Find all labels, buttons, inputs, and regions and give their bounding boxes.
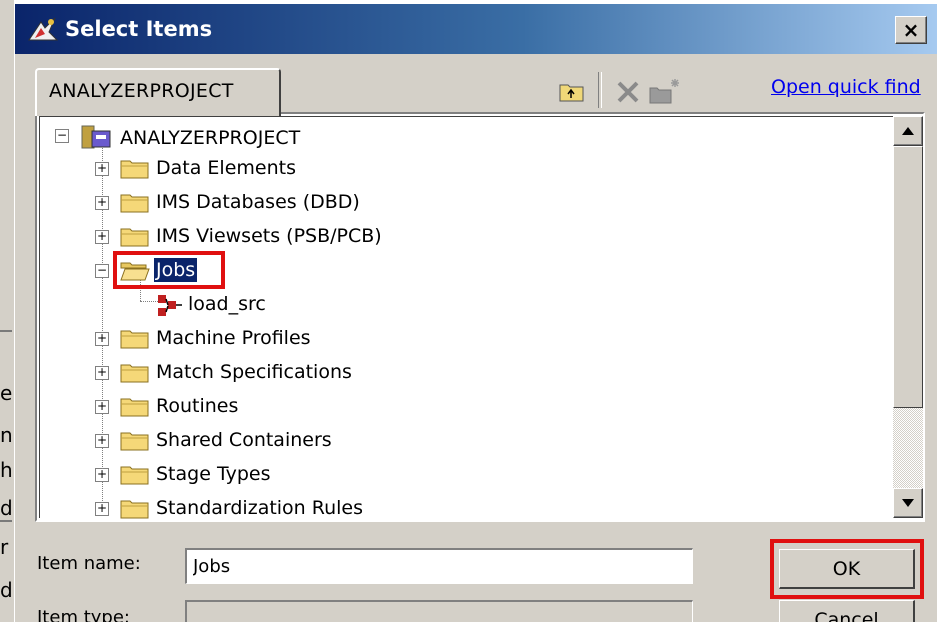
folder-icon [120,160,149,179]
expand-toggle[interactable]: + [95,196,109,210]
collapse-toggle[interactable]: − [95,264,109,278]
scroll-up-button[interactable] [893,116,923,146]
expand-toggle[interactable]: + [95,162,109,176]
tree-item-machine-profiles[interactable]: Machine Profiles [154,323,313,353]
tree-item-label: Match Specifications [156,361,352,383]
folder-up-icon[interactable] [557,76,587,106]
arrow-down-icon [902,499,914,507]
select-items-dialog: Select Items × ANALYZERPROJECT Open quic… [14,4,937,622]
dialog-title: Select Items [65,17,213,41]
expand-toggle[interactable]: + [95,400,109,414]
expand-toggle[interactable]: + [95,230,109,244]
title-bar[interactable]: Select Items × [15,4,937,54]
open-quick-find-link[interactable]: Open quick find [771,76,921,98]
ok-button[interactable]: OK [779,549,915,589]
expand-toggle[interactable]: + [95,434,109,448]
new-folder-icon[interactable] [647,76,683,106]
tree-item-label: Routines [156,395,239,417]
folder-icon [120,398,149,417]
repository-tree[interactable]: − ANALYZERPROJECT + Data Elements + IMS … [35,112,925,522]
background-text-fragment: e [0,383,13,403]
tree-item-load-src[interactable]: load_src [186,289,268,319]
tree-item-label: IMS Databases (DBD) [156,191,360,213]
tree-item-ims-viewsets[interactable]: IMS Viewsets (PSB/PCB) [154,221,384,251]
background-text-fragment: n [0,425,13,445]
tab-label: ANALYZERPROJECT [49,80,234,102]
tree-item-label: Standardization Rules [156,497,364,519]
tree-view: − ANALYZERPROJECT + Data Elements + IMS … [39,116,921,519]
folder-icon [120,364,149,383]
tree-item-data-elements[interactable]: Data Elements [154,153,298,183]
expand-toggle[interactable]: + [95,502,109,516]
job-icon [158,295,182,316]
item-name-input[interactable] [185,548,693,584]
arrow-up-icon [902,127,914,135]
item-type-label: Item type: [37,607,130,622]
background-divider [0,330,12,332]
tree-item-label: Stage Types [156,463,271,485]
folder-icon [120,194,149,213]
toolbar-separator [598,72,602,108]
scroll-thumb[interactable] [893,146,923,408]
tree-item-standardization-rules[interactable]: Standardization Rules [154,493,365,523]
tree-item-label: Data Elements [156,157,296,179]
delete-icon[interactable] [613,76,643,106]
tree-item-label: ANALYZERPROJECT [120,127,301,149]
tree-item-match-specifications[interactable]: Match Specifications [154,357,354,387]
expand-toggle[interactable]: + [95,332,109,346]
tree-item-stage-types[interactable]: Stage Types [154,459,272,489]
expand-toggle[interactable]: + [95,468,109,482]
tree-item-label: Machine Profiles [156,327,311,349]
tree-item-shared-containers[interactable]: Shared Containers [154,425,334,455]
tree-item-root[interactable]: ANALYZERPROJECT [118,123,302,153]
background-divider [0,520,12,522]
collapse-toggle[interactable]: − [55,129,69,143]
folder-icon [120,500,149,519]
background-window-edge [0,0,14,622]
expand-toggle[interactable]: + [95,366,109,380]
project-icon [81,125,111,149]
background-text-fragment: d [0,580,13,600]
background-text-fragment: r [0,537,9,557]
tab-analyzerproject[interactable]: ANALYZERPROJECT [35,68,281,116]
tree-scrollbar[interactable] [893,116,923,518]
close-icon: × [902,18,920,42]
select-items-icon [28,17,59,41]
folder-icon [120,432,149,451]
item-name-label: Item name: [37,553,141,574]
item-type-field [185,600,693,622]
tree-item-label: Shared Containers [156,429,332,451]
tree-item-label: IMS Viewsets (PSB/PCB) [156,225,382,247]
background-text-fragment: h [0,460,13,480]
tree-item-routines[interactable]: Routines [154,391,240,421]
close-button[interactable]: × [895,16,927,44]
highlight-annotation [113,251,225,289]
folder-icon [120,330,149,349]
folder-icon [120,228,149,247]
cancel-button[interactable]: Cancel [779,600,915,622]
tree-item-label: load_src [188,293,266,315]
folder-icon [120,466,149,485]
tree-item-ims-databases[interactable]: IMS Databases (DBD) [154,187,362,217]
scroll-down-button[interactable] [893,488,923,518]
background-text-fragment: d [0,498,13,518]
